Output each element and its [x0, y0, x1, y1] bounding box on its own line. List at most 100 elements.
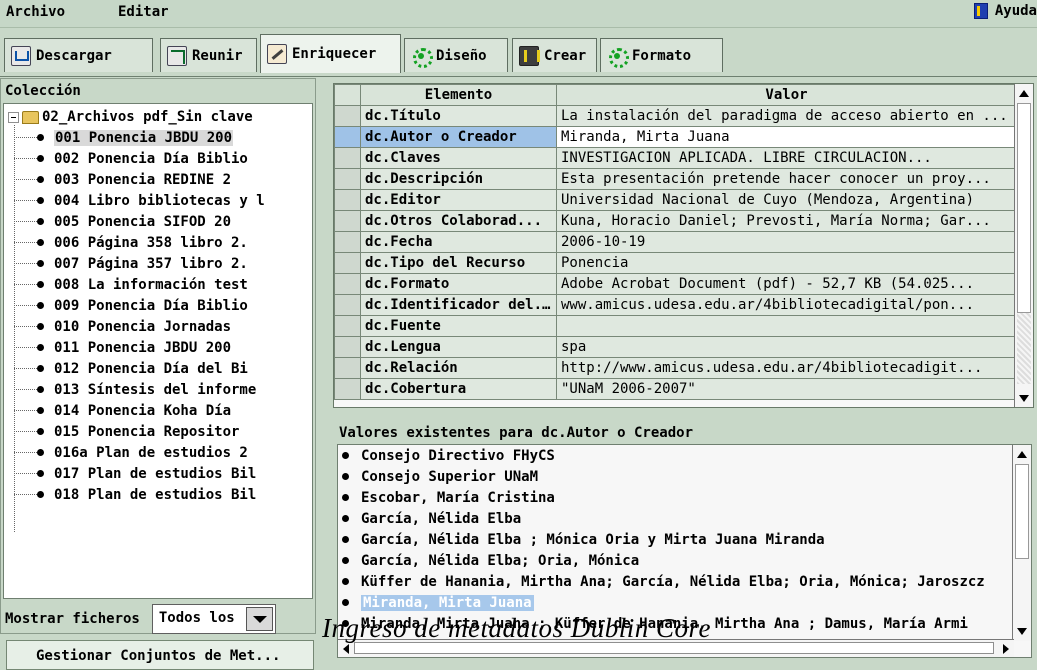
tree-item[interactable]: 006 Página 358 libro 2. [14, 232, 312, 253]
existing-value-item-selected[interactable]: Miranda, Mirta Juana [342, 592, 534, 613]
row-selector[interactable] [334, 294, 361, 316]
tree-item[interactable]: 004 Libro bibliotecas y l [14, 190, 312, 211]
row-selector[interactable] [334, 273, 361, 295]
tab-formato[interactable]: Formato [600, 38, 723, 72]
tree-item[interactable]: 001 Ponencia JBDU 200 [14, 127, 312, 148]
metadata-element[interactable]: dc.Editor [360, 189, 557, 211]
tab-enriquecer[interactable]: Enriquecer [260, 34, 401, 73]
row-selector[interactable] [334, 231, 361, 253]
metadata-element[interactable]: dc.Autor o Creador [360, 126, 557, 148]
scroll-thumb[interactable] [1017, 103, 1031, 313]
scroll-up-arrow-icon[interactable] [1019, 90, 1029, 97]
row-selector[interactable] [334, 378, 361, 400]
metadata-value[interactable]: www.amicus.udesa.edu.ar/4bibliotecadigit… [556, 294, 1017, 316]
existing-value-item[interactable]: García, Nélida Elba; Oria, Mónica [342, 550, 639, 571]
metadata-element[interactable]: dc.Identificador del... [360, 294, 557, 316]
tree-item[interactable]: 007 Página 357 libro 2. [14, 253, 312, 274]
metadata-element[interactable]: dc.Claves [360, 147, 557, 169]
tree-item[interactable]: 017 Plan de estudios Bil [14, 463, 312, 484]
metadata-row[interactable]: dc.Cobertura "UNaM 2006-2007" [334, 378, 1017, 400]
tree-item[interactable]: 009 Ponencia Día Biblio [14, 295, 312, 316]
metadata-row[interactable]: dc.Relación http://www.amicus.udesa.edu.a… [334, 357, 1017, 379]
existing-value-item[interactable]: García, Nélida Elba ; Mónica Oria y Mirt… [342, 529, 825, 550]
tree-item[interactable]: 016a Plan de estudios 2 [14, 442, 312, 463]
manage-metadata-sets-button[interactable]: Gestionar Conjuntos de Met... [6, 640, 314, 670]
tree-item[interactable]: 002 Ponencia Día Biblio [14, 148, 312, 169]
metadata-value[interactable]: Kuna, Horacio Daniel; Prevosti, María No… [556, 210, 1017, 232]
existing-value-item[interactable]: García, Nélida Elba [342, 508, 521, 529]
existing-value-item[interactable]: Consejo Superior UNaM [342, 466, 538, 487]
metadata-value[interactable]: Ponencia [556, 252, 1017, 274]
row-selector[interactable] [334, 315, 361, 337]
metadata-element[interactable]: dc.Tipo del Recurso [360, 252, 557, 274]
tab-descargar[interactable]: Descargar [4, 38, 153, 72]
row-selector[interactable] [334, 105, 361, 127]
metadata-row[interactable]: dc.Otros Colaborad... Kuna, Horacio Danie… [334, 210, 1017, 232]
collapse-icon[interactable] [8, 111, 19, 123]
metadata-row[interactable]: dc.Identificador del... www.amicus.udesa.… [334, 294, 1017, 316]
metadata-element[interactable]: dc.Descripción [360, 168, 557, 190]
tab-diseno[interactable]: Diseño [404, 38, 508, 72]
metadata-element[interactable]: dc.Título [360, 105, 557, 127]
metadata-element[interactable]: dc.Fecha [360, 231, 557, 253]
row-selector[interactable] [334, 126, 361, 148]
metadata-row[interactable]: dc.Descripción Esta presentación pretende… [334, 168, 1017, 190]
menu-ayuda[interactable]: Ayuda [973, 3, 1037, 19]
row-selector[interactable] [334, 336, 361, 358]
row-selector[interactable] [334, 168, 361, 190]
metadata-row[interactable]: dc.Claves INVESTIGACION APLICADA. LIBRE C… [334, 147, 1017, 169]
metadata-value[interactable]: 2006-10-19 [556, 231, 1017, 253]
row-selector[interactable] [334, 357, 361, 379]
tree-item[interactable]: 013 Síntesis del informe [14, 379, 312, 400]
tree-item[interactable]: 008 La información test [14, 274, 312, 295]
metadata-value[interactable]: Miranda, Mirta Juana [556, 126, 1017, 148]
metadata-value[interactable]: spa [556, 336, 1017, 358]
scroll-right-arrow-icon[interactable] [1003, 644, 1009, 654]
element-column-header[interactable]: Elemento [360, 84, 557, 106]
row-selector[interactable] [334, 147, 361, 169]
metadata-row[interactable]: dc.Fuente [334, 315, 1017, 337]
tree-item[interactable]: 005 Ponencia SIFOD 20 [14, 211, 312, 232]
metadata-element[interactable]: dc.Relación [360, 357, 557, 379]
tree-item[interactable]: 015 Ponencia Repositor [14, 421, 312, 442]
metadata-table-vertical-scrollbar[interactable] [1014, 84, 1033, 407]
metadata-value[interactable]: Universidad Nacional de Cuyo (Mendoza, A… [556, 189, 1017, 211]
tree-item[interactable]: 018 Plan de estudios Bil [14, 484, 312, 505]
row-selector[interactable] [334, 252, 361, 274]
metadata-row[interactable]: dc.Título La instalación del paradigma de… [334, 105, 1017, 127]
scroll-down-arrow-icon[interactable] [1017, 628, 1027, 635]
scroll-down-arrow-icon[interactable] [1019, 395, 1029, 402]
existing-value-item[interactable]: Escobar, María Cristina [342, 487, 555, 508]
metadata-element[interactable]: dc.Lengua [360, 336, 557, 358]
metadata-value[interactable]: http://www.amicus.udesa.edu.ar/4bibliote… [556, 357, 1017, 379]
row-selector[interactable] [334, 210, 361, 232]
tree-item[interactable]: 010 Ponencia Jornadas [14, 316, 312, 337]
metadata-value[interactable]: INVESTIGACION APLICADA. LIBRE CIRCULACIO… [556, 147, 1017, 169]
tab-crear[interactable]: Crear [512, 38, 597, 72]
metadata-row[interactable]: dc.Formato Adobe Acrobat Document (pdf) -… [334, 273, 1017, 295]
tab-reunir[interactable]: Reunir [160, 38, 257, 72]
scroll-left-arrow-icon[interactable] [343, 644, 349, 654]
value-column-header[interactable]: Valor [556, 84, 1017, 106]
metadata-element[interactable]: dc.Fuente [360, 315, 557, 337]
metadata-element[interactable]: dc.Formato [360, 273, 557, 295]
metadata-row[interactable]: dc.Fecha 2006-10-19 [334, 231, 1017, 253]
metadata-value[interactable]: Adobe Acrobat Document (pdf) - 52,7 KB (… [556, 273, 1017, 295]
metadata-row-selected[interactable]: dc.Autor o Creador Miranda, Mirta Juana [334, 126, 1017, 148]
metadata-row[interactable]: dc.Lengua spa [334, 336, 1017, 358]
metadata-element[interactable]: dc.Otros Colaborad... [360, 210, 557, 232]
tree-item[interactable]: 003 Ponencia REDINE 2 [14, 169, 312, 190]
metadata-value[interactable]: "UNaM 2006-2007" [556, 378, 1017, 400]
row-selector[interactable] [334, 189, 361, 211]
show-files-select[interactable]: Todos los [151, 604, 276, 634]
tree-item[interactable]: 014 Ponencia Koha Día [14, 400, 312, 421]
metadata-row[interactable]: dc.Tipo del Recurso Ponencia [334, 252, 1017, 274]
tree-item[interactable]: 012 Ponencia Día del Bi [14, 358, 312, 379]
tree-root-folder[interactable]: 02_Archivos pdf_Sin clave [8, 109, 253, 125]
existing-value-item[interactable]: Küffer de Hanania, Mirtha Ana; García, N… [342, 571, 985, 592]
collection-tree[interactable]: 02_Archivos pdf_Sin clave 001 Ponencia J… [3, 103, 313, 599]
metadata-value[interactable] [556, 315, 1017, 337]
metadata-row[interactable]: dc.Editor Universidad Nacional de Cuyo (M… [334, 189, 1017, 211]
existing-value-item[interactable]: Consejo Directivo FHyCS [342, 445, 555, 466]
metadata-value[interactable]: Esta presentación pretende hacer conocer… [556, 168, 1017, 190]
